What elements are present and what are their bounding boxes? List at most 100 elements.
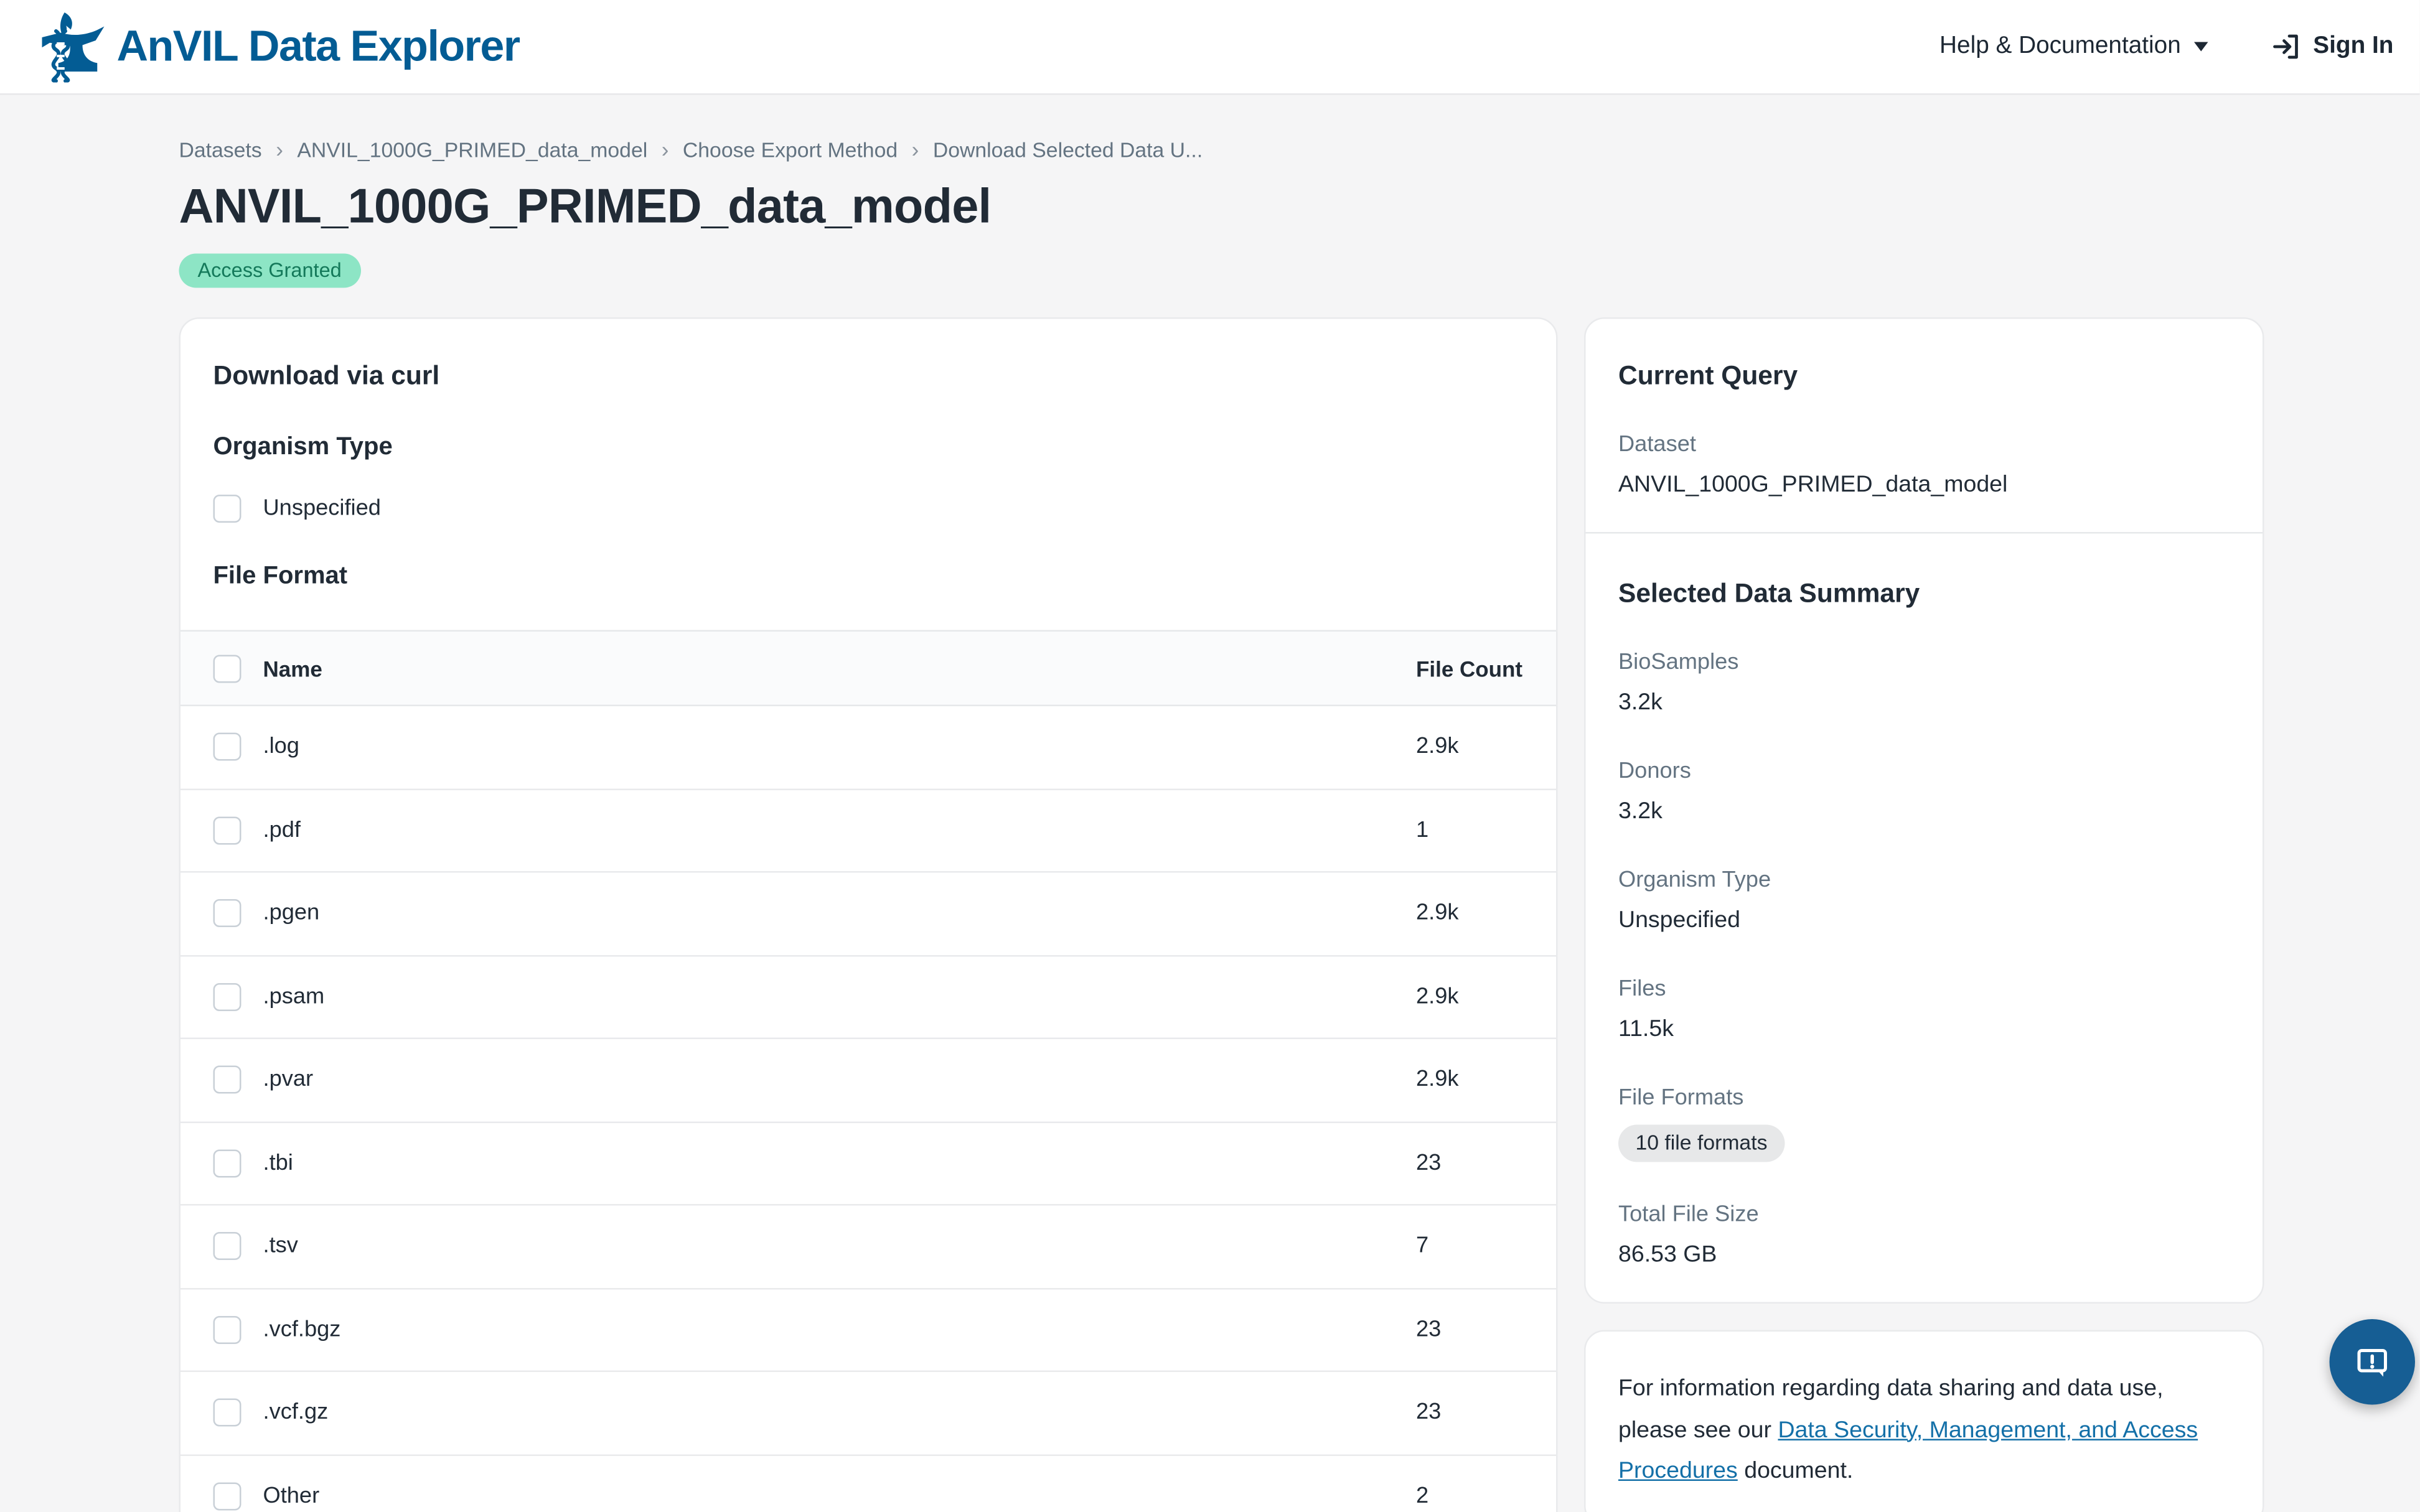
row-checkbox[interactable] — [213, 733, 242, 761]
file-count-value: 23 — [1416, 1401, 1556, 1426]
file-count-value: 23 — [1416, 1317, 1556, 1342]
file-formats-badge: 10 file formats — [1618, 1125, 1785, 1162]
sign-in-label: Sign In — [2313, 33, 2393, 61]
file-format-heading: File Format — [213, 560, 1524, 593]
main-content: Datasets › ANVIL_1000G_PRIMED_data_model › C… — [0, 95, 2420, 1512]
anvil-dna-logo-icon — [40, 11, 106, 83]
file-format-row: .vcf.bgz 23 — [181, 1289, 1556, 1372]
help-documentation-menu[interactable]: Help & Documentation — [1939, 33, 2207, 61]
breadcrumb: Datasets › ANVIL_1000G_PRIMED_data_model › C… — [179, 137, 2264, 162]
summary-item: BioSamples 3.2k — [1618, 647, 2230, 719]
chevron-down-icon — [2193, 42, 2208, 52]
summary-item-value: 86.53 GB — [1618, 1240, 2230, 1271]
breadcrumb-chevron-icon: › — [276, 137, 283, 162]
row-checkbox[interactable] — [213, 1149, 242, 1177]
file-format-name: .tsv — [263, 1234, 298, 1259]
data-use-info-panel: For information regarding data sharing a… — [1584, 1330, 2264, 1512]
login-icon — [2269, 31, 2300, 62]
file-count-value: 23 — [1416, 1150, 1556, 1175]
content-grid: Download via curl Organism Type Unspecif… — [179, 317, 2264, 1512]
summary-item-label: Organism Type — [1618, 865, 2230, 896]
row-checkbox[interactable] — [213, 1233, 242, 1261]
breadcrumb-item[interactable]: ANVIL_1000G_PRIMED_data_model — [297, 138, 647, 161]
summary-item: Total File Size 86.53 GB — [1618, 1200, 2230, 1271]
file-format-name: .pgen — [263, 901, 320, 926]
row-checkbox[interactable] — [213, 1066, 242, 1094]
panel-divider — [1586, 532, 2263, 534]
file-format-row: .tbi 23 — [181, 1122, 1556, 1206]
summary-item: Files 11.5k — [1618, 974, 2230, 1045]
dataset-label: Dataset — [1618, 429, 2230, 460]
file-count-value: 2.9k — [1416, 735, 1556, 760]
current-query-panel: Current Query Dataset ANVIL_1000G_PRIMED… — [1584, 317, 2264, 1304]
file-count-value: 2 — [1416, 1483, 1556, 1508]
file-format-name: .psam — [263, 984, 325, 1009]
column-header-name: Name — [263, 656, 322, 681]
brand-logo[interactable]: AnVIL Data Explorer — [40, 11, 520, 83]
summary-item: File Formats 10 file formats — [1618, 1083, 2230, 1162]
row-checkbox[interactable] — [213, 1315, 242, 1343]
organism-unspecified-label: Unspecified — [263, 497, 381, 521]
summary-item-value: 3.2k — [1618, 688, 2230, 719]
access-granted-badge: Access Granted — [179, 254, 360, 288]
feedback-chat-button[interactable] — [2330, 1319, 2416, 1405]
right-sidebar: Current Query Dataset ANVIL_1000G_PRIMED… — [1584, 317, 2264, 1512]
page-title: ANVIL_1000G_PRIMED_data_model — [179, 179, 2264, 235]
row-checkbox[interactable] — [213, 982, 242, 1010]
app-header: AnVIL Data Explorer Help & Documentation… — [0, 0, 2420, 95]
feedback-chat-icon — [2352, 1342, 2393, 1382]
summary-item-label: Donors — [1618, 756, 2230, 787]
page: AnVIL Data Explorer Help & Documentation… — [0, 0, 2420, 1512]
summary-item-label: Files — [1618, 974, 2230, 1005]
row-checkbox[interactable] — [213, 816, 242, 844]
file-format-name: Other — [263, 1483, 320, 1508]
file-format-name: .pvar — [263, 1068, 314, 1093]
summary-list: BioSamples 3.2k Donors 3.2k Organism Typ… — [1618, 647, 2230, 1271]
summary-item-label: Total File Size — [1618, 1200, 2230, 1231]
help-menu-label: Help & Documentation — [1939, 33, 2181, 61]
select-all-checkbox[interactable] — [213, 654, 242, 682]
file-format-table: Name File Count .log 2.9k .pdf 1 — [181, 630, 1556, 1512]
current-query-title: Current Query — [1618, 360, 2230, 394]
file-format-row: .pdf 1 — [181, 790, 1556, 873]
summary-item-value: Unspecified — [1618, 905, 2230, 936]
row-checkbox[interactable] — [213, 1399, 242, 1427]
file-format-table-header: Name File Count — [181, 630, 1556, 707]
file-format-row: .pvar 2.9k — [181, 1039, 1556, 1122]
export-panel-title: Download via curl — [213, 360, 1524, 394]
summary-item: Organism Type Unspecified — [1618, 865, 2230, 936]
breadcrumb-item[interactable]: Datasets — [179, 138, 262, 161]
file-count-value: 2.9k — [1416, 1068, 1556, 1093]
summary-item-label: BioSamples — [1618, 647, 2230, 678]
selected-data-summary-title: Selected Data Summary — [1618, 577, 2230, 612]
file-format-name: .vcf.bgz — [263, 1317, 341, 1342]
summary-item: Donors 3.2k — [1618, 756, 2230, 828]
file-format-name: .vcf.gz — [263, 1401, 329, 1426]
column-header-file-count: File Count — [1416, 656, 1556, 681]
row-checkbox[interactable] — [213, 900, 242, 928]
breadcrumb-item[interactable]: Choose Export Method — [683, 138, 898, 161]
file-format-name: .tbi — [263, 1150, 293, 1175]
summary-item-label: File Formats — [1618, 1083, 2230, 1114]
summary-item-value: 3.2k — [1618, 796, 2230, 828]
file-format-name: .log — [263, 735, 299, 760]
sign-in-button[interactable]: Sign In — [2269, 31, 2393, 62]
brand-name: AnVIL Data Explorer — [117, 22, 520, 72]
file-format-row: Other 2 — [181, 1455, 1556, 1512]
file-format-row: .log 2.9k — [181, 706, 1556, 790]
row-checkbox[interactable] — [213, 1482, 242, 1510]
breadcrumb-item: Download Selected Data U... — [933, 138, 1203, 161]
file-format-name: .pdf — [263, 818, 301, 842]
organism-unspecified-option[interactable]: Unspecified — [213, 495, 1524, 523]
breadcrumb-chevron-icon: › — [662, 137, 669, 162]
organism-unspecified-checkbox[interactable] — [213, 495, 242, 523]
header-nav: Help & Documentation Sign In — [1939, 31, 2393, 62]
file-format-row: .vcf.gz 23 — [181, 1372, 1556, 1455]
file-format-row: .pgen 2.9k — [181, 873, 1556, 956]
summary-item-value: 11.5k — [1618, 1014, 2230, 1045]
file-count-value: 2.9k — [1416, 901, 1556, 926]
organism-type-heading: Organism Type — [213, 431, 1524, 464]
file-format-row: .psam 2.9k — [181, 956, 1556, 1039]
breadcrumb-chevron-icon: › — [912, 137, 919, 162]
file-format-row: .tsv 7 — [181, 1206, 1556, 1289]
